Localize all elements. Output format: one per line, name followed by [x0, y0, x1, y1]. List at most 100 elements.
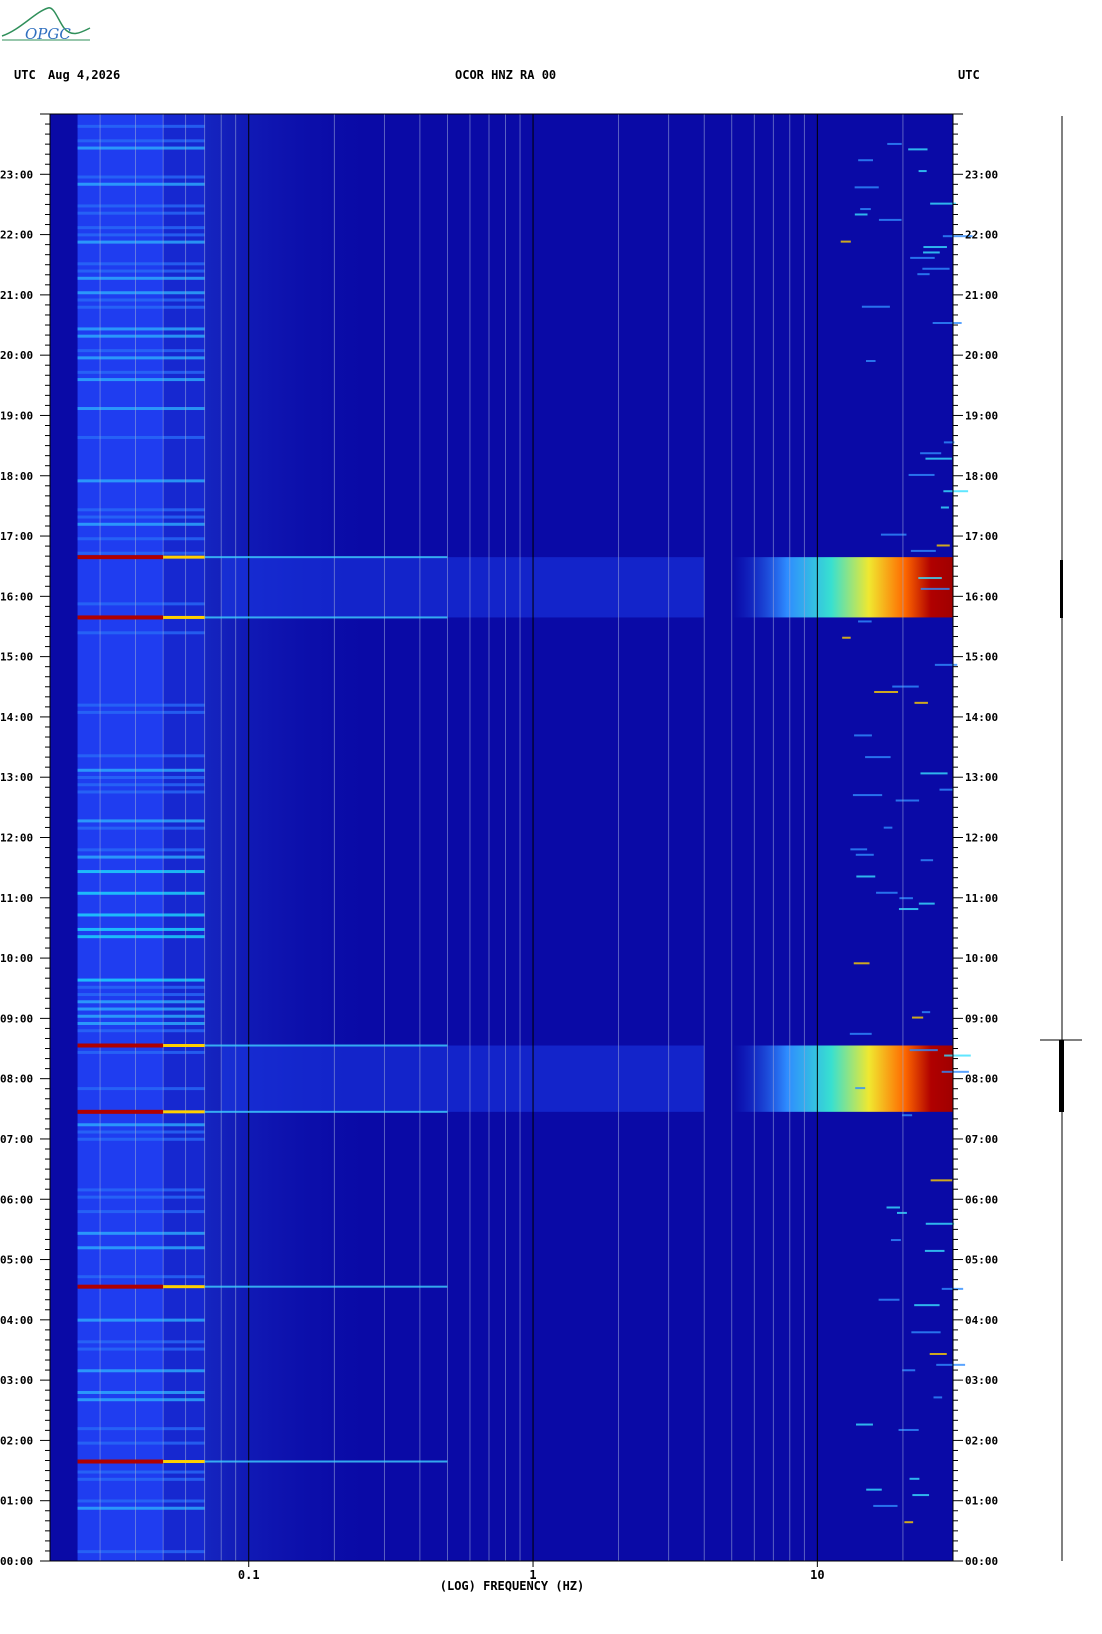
- y-tick-label-right: 05:00: [965, 1254, 998, 1267]
- y-tick-label-right: 13:00: [965, 771, 998, 784]
- event-hotband: [731, 557, 953, 618]
- hf-speckle: [854, 213, 868, 216]
- hf-speckle: [936, 1363, 966, 1366]
- spike-core: [77, 1043, 164, 1048]
- hf-speckle: [923, 251, 940, 254]
- low-frequency-band: [77, 114, 385, 1561]
- hf-speckle: [912, 1016, 924, 1019]
- hf-speckle: [918, 902, 935, 905]
- hf-speckle: [914, 701, 928, 704]
- y-tick-label-left: 18:00: [0, 470, 33, 483]
- hf-speckle: [858, 620, 872, 623]
- hf-speckle: [917, 273, 930, 276]
- hf-speckle: [840, 240, 851, 243]
- hf-speckle: [895, 799, 920, 802]
- event-hotband: [731, 1045, 953, 1112]
- hf-speckle: [850, 848, 868, 851]
- y-tick-label-left: 17:00: [0, 530, 33, 543]
- hf-speckle: [925, 457, 952, 460]
- hf-speckle: [930, 202, 956, 205]
- hf-speckle: [858, 159, 874, 162]
- hf-speckle: [910, 256, 935, 259]
- y-tick-label-right: 22:00: [965, 229, 998, 242]
- y-tick-label-right: 15:00: [965, 651, 998, 664]
- hf-speckle: [944, 1054, 971, 1057]
- hf-speckle: [918, 170, 927, 173]
- hf-speckle: [890, 1239, 901, 1242]
- spike-tail: [204, 1110, 448, 1113]
- y-tick-label-left: 00:00: [0, 1555, 33, 1568]
- hf-speckle: [883, 826, 893, 829]
- y-tick-label-left: 14:00: [0, 711, 33, 724]
- y-tick-label-right: 07:00: [965, 1133, 998, 1146]
- hf-speckle: [920, 452, 942, 455]
- hf-speckle: [943, 490, 969, 493]
- hf-speckle: [855, 1087, 866, 1090]
- event-midband: [221, 557, 705, 618]
- y-tick-label-left: 04:00: [0, 1314, 33, 1327]
- hf-speckle: [854, 186, 879, 189]
- low-band-core: [77, 114, 164, 1561]
- y-tick-label-left: 23:00: [0, 168, 33, 181]
- hf-speckle: [856, 1423, 873, 1426]
- y-tick-label-left: 06:00: [0, 1193, 33, 1206]
- y-tick-label-right: 23:00: [965, 168, 998, 181]
- y-tick-label-left: 16:00: [0, 590, 33, 603]
- hf-speckle: [853, 962, 870, 965]
- hf-speckle: [898, 1428, 919, 1431]
- hf-speckle: [924, 1249, 945, 1252]
- hf-speckle: [865, 756, 891, 759]
- y-tick-label-left: 01:00: [0, 1495, 33, 1508]
- y-tick-label-left: 08:00: [0, 1073, 33, 1086]
- y-tick-label-right: 16:00: [965, 590, 998, 603]
- y-tick-label-right: 14:00: [965, 711, 998, 724]
- y-tick-label-left: 13:00: [0, 771, 33, 784]
- y-tick-label-right: 17:00: [965, 530, 998, 543]
- hf-speckle: [855, 853, 874, 856]
- y-tick-label-right: 02:00: [965, 1434, 998, 1447]
- hf-speckle: [939, 788, 953, 791]
- hf-speckle: [911, 1331, 941, 1334]
- y-tick-label-right: 10:00: [965, 952, 998, 965]
- hf-speckle: [925, 1222, 955, 1225]
- hf-speckle: [929, 1352, 947, 1355]
- hf-speckle: [933, 1396, 943, 1399]
- hf-speckle: [904, 1521, 914, 1524]
- spike-warm: [163, 555, 205, 559]
- hf-speckle: [902, 1114, 913, 1117]
- hf-speckle: [940, 506, 949, 509]
- spike-warm: [163, 1110, 205, 1114]
- hf-speckle: [930, 1179, 953, 1182]
- hf-speckle: [902, 1369, 916, 1372]
- spike-core: [77, 555, 164, 560]
- hf-speckle: [892, 685, 919, 688]
- y-tick-label-left: 21:00: [0, 289, 33, 302]
- y-tick-label-right: 01:00: [965, 1495, 998, 1508]
- y-tick-label-right: 00:00: [965, 1555, 998, 1568]
- spectrogram-chart: 00:00 00:00 01:00 01:00 02:00 02:00 03:00 03:00…: [0, 113, 1082, 1593]
- spike-core: [77, 1459, 164, 1464]
- hf-speckle: [874, 690, 899, 693]
- hf-speckle: [923, 246, 947, 249]
- y-tick-label-left: 10:00: [0, 952, 33, 965]
- y-tick-label-left: 03:00: [0, 1374, 33, 1387]
- hf-speckle: [854, 734, 872, 737]
- hf-speckle: [908, 473, 935, 476]
- hf-speckle: [934, 663, 958, 666]
- hf-speckle: [908, 148, 928, 151]
- hf-speckle: [922, 267, 950, 270]
- y-tick-label-right: 06:00: [965, 1193, 998, 1206]
- hf-speckle: [878, 1298, 900, 1301]
- y-tick-label-right: 04:00: [965, 1314, 998, 1327]
- hf-speckle: [886, 1206, 900, 1209]
- spike-warm: [163, 615, 205, 619]
- hf-speckle: [849, 1032, 872, 1035]
- hf-speckle: [896, 1211, 907, 1214]
- y-tick-label-right: 09:00: [965, 1012, 998, 1025]
- hf-speckle: [899, 897, 913, 900]
- hf-speckle: [866, 359, 876, 362]
- spike-core: [77, 1284, 164, 1289]
- spike-tail: [204, 616, 448, 619]
- y-tick-label-left: 20:00: [0, 349, 33, 362]
- hf-speckle: [887, 142, 902, 145]
